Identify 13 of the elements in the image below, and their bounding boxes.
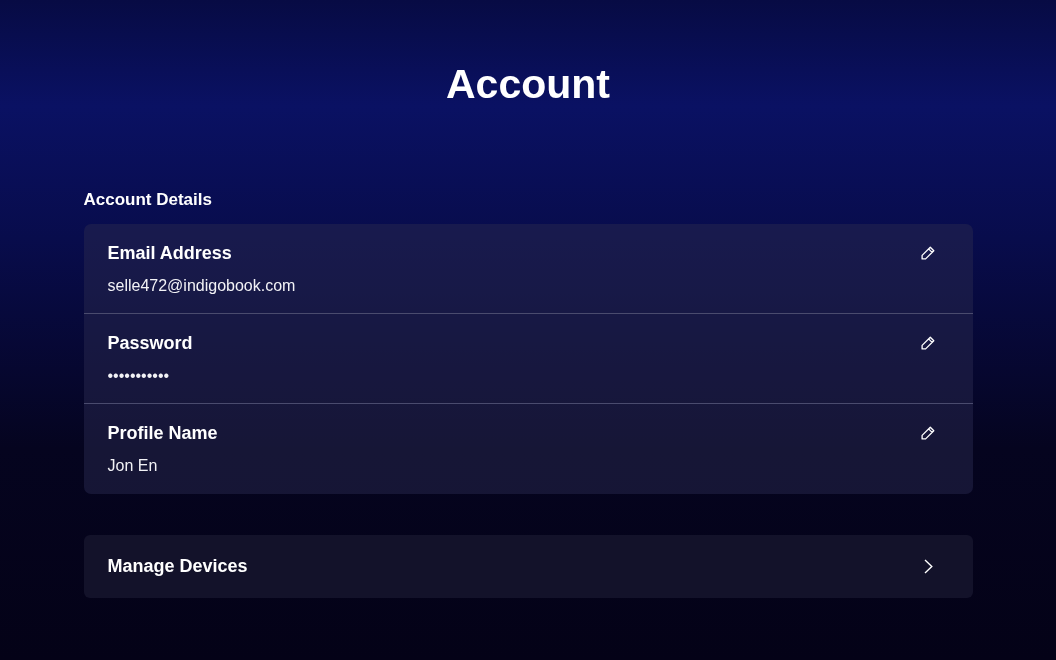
pencil-icon[interactable] <box>920 246 935 260</box>
chevron-right-icon <box>923 559 933 574</box>
section-heading: Account Details <box>83 189 213 211</box>
menu-item[interactable]: Manage Devices <box>83 535 973 598</box>
field-label: Password <box>107 332 193 354</box>
pencil-icon[interactable] <box>920 426 935 440</box>
pencil-icon[interactable] <box>920 336 935 350</box>
field-value: ••••••••••• <box>107 366 171 386</box>
field-label: Profile Name <box>107 422 218 444</box>
field-value: Jon En <box>107 456 159 476</box>
field-value: selle472@indigobook.com <box>107 276 296 296</box>
field-label: Email Address <box>107 242 233 264</box>
page-title: Account <box>445 60 611 108</box>
